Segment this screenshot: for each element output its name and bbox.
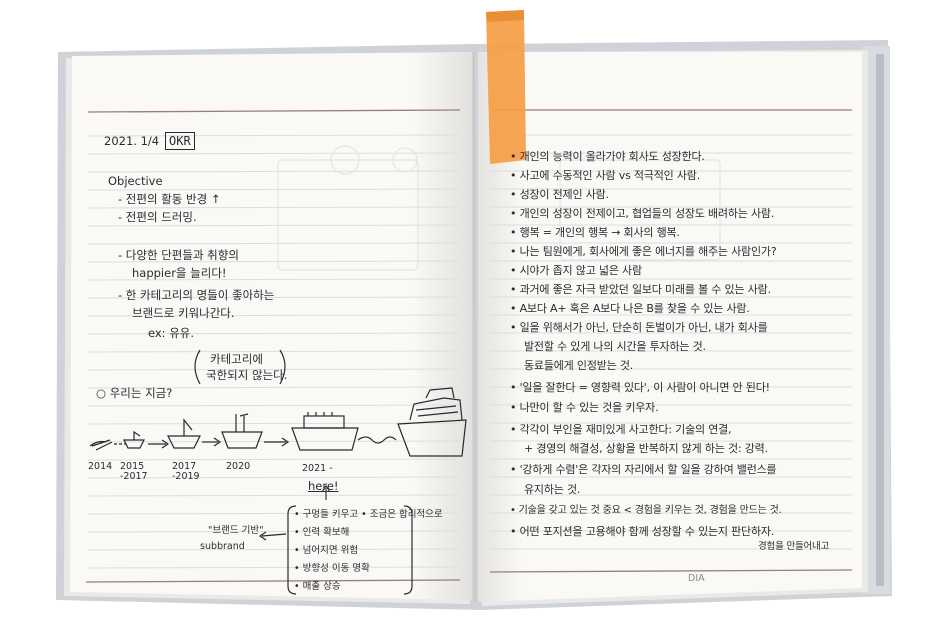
right-page-line: 경험을 만들어내고	[758, 541, 830, 552]
here-label: here!	[308, 479, 339, 493]
bracket-item: • 구멍들 키우고 • 조금은 합리적으로	[294, 509, 443, 520]
right-page-line: • 과거에 좋은 자극 받았던 일보다 미래를 볼 수 있는 사람.	[510, 283, 771, 296]
right-page-line: • 어떤 포지션을 고용해야 함께 성장할 수 있는지 판단하자.	[510, 525, 775, 538]
bracket-item: • 방향성 이동 명확	[294, 563, 370, 574]
objective-item: - 전편의 드러밍.	[118, 210, 197, 224]
right-page-line: • 행복 = 개인의 행복 → 회사의 행복.	[510, 226, 680, 239]
section-label: ○ 우리는 지금?	[96, 386, 173, 400]
right-page-line: 발전할 수 있게 나의 시간을 투자하는 것.	[524, 340, 706, 353]
right-page-line: • 성장이 전제인 사람.	[510, 188, 609, 201]
objective-heading: Objective	[108, 174, 163, 188]
right-page-line: • '일을 잘한다 = 영향력 있다', 이 사람이 아니면 안 된다!	[510, 381, 770, 394]
note-line: - 다양한 단편들과 취향의	[118, 248, 239, 262]
note-line: 브랜드로 키워나간다.	[132, 306, 235, 320]
callout-line: 카테고리에	[210, 352, 263, 366]
callout-line: 국한되지 않는다.	[206, 368, 288, 382]
subbrand-label: subbrand	[200, 541, 245, 552]
right-page-line: • 나만이 할 수 있는 것을 키우자.	[510, 401, 659, 414]
timeline-year: 2014	[88, 461, 113, 472]
right-page-line: • '강하게 수렴'은 각자의 자리에서 할 일을 강하여 밸런스를	[510, 463, 777, 476]
bracket-item: • 매출 상승	[294, 581, 341, 592]
notebook-photo: 2021. 1/4 OKR Objective - 전편의 활동 반경 ↑ - …	[0, 0, 950, 632]
timeline-year: 2020	[226, 461, 251, 472]
timeline-year: 2021 -	[302, 463, 333, 474]
note-line: - 한 카테고리의 명들이 좋아하는	[118, 288, 275, 302]
page-footer-mark: DIA	[688, 573, 705, 584]
timeline-year: 2017 -2019	[172, 461, 200, 482]
sticky-tape	[486, 10, 526, 164]
subbrand-label: "브랜드 기반"	[208, 525, 264, 536]
bracket-item: • 넘어지면 위험	[294, 545, 359, 556]
right-page-line: 유지하는 것.	[524, 483, 581, 496]
right-page-line: • 개인의 성장이 전제이고, 협업들의 성장도 배려하는 사람.	[510, 207, 775, 220]
objective-item: - 전편의 활동 반경 ↑	[118, 192, 221, 206]
right-page-line: • 나는 팀원에게, 회사에게 좋은 에너지를 해주는 사람인가?	[510, 245, 777, 258]
entry-date: 2021. 1/4	[104, 134, 160, 148]
bracket-item: • 인력 확보해	[294, 527, 350, 538]
right-page-line: • 일을 위해서가 아닌, 단순히 돈벌이가 아닌, 내가 회사를	[510, 321, 768, 334]
right-page-line: • 기술을 갖고 있는 것 중요 < 경험을 키우는 것, 경험을 만드는 것.	[510, 505, 782, 516]
right-page-line: • A보다 A+ 혹은 A보다 나은 B를 찾을 수 있는 사람.	[510, 302, 750, 315]
okr-tag: OKR	[165, 132, 195, 150]
note-line: ex: 유유.	[148, 326, 195, 340]
note-line: happier을 늘리다!	[132, 266, 227, 280]
right-page-line: • 각각이 부인을 재미있게 사고한다: 기술의 연결,	[510, 423, 732, 436]
right-page-line: • 개인의 능력이 올라가야 회사도 성장한다.	[510, 150, 705, 163]
right-page-line: + 경영의 해결성, 상황을 반복하지 않게 하는 것: 강력.	[524, 442, 768, 455]
right-page-line: • 시야가 좁지 않고 넓은 사람	[510, 264, 642, 277]
timeline-year: 2015 -2017	[120, 461, 148, 482]
right-page-line: • 사고에 수동적인 사람 vs 적극적인 사람.	[510, 169, 701, 182]
right-page-line: 동료들에게 인정받는 것.	[524, 359, 634, 372]
